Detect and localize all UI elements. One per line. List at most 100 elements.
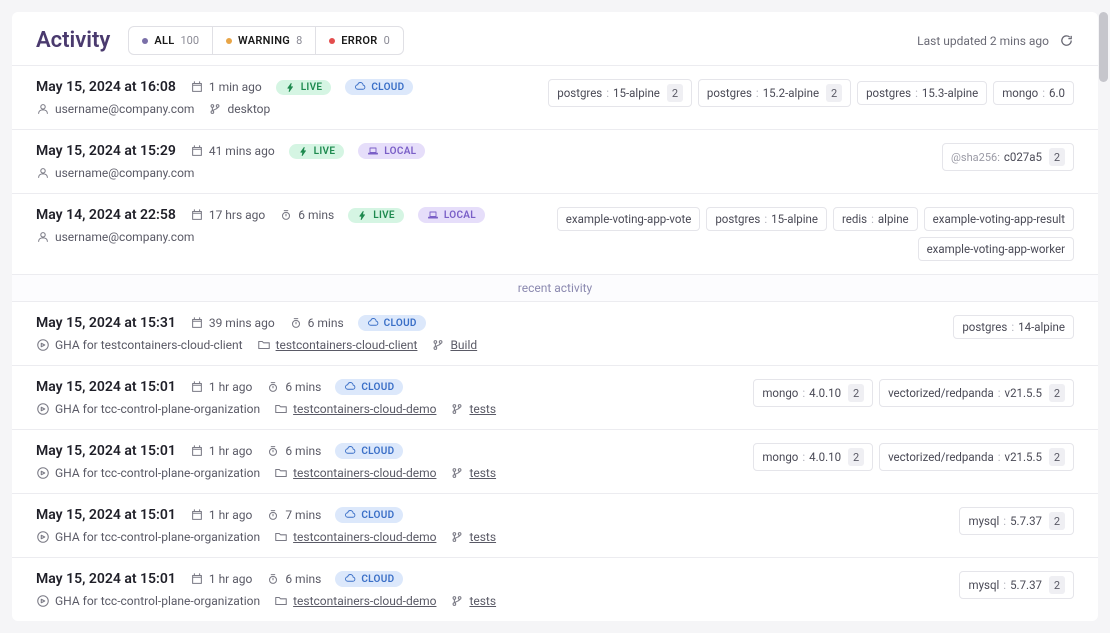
activity-entry[interactable]: May 14, 2024 at 22:58 17 hrs ago 6 mins LIV… <box>12 193 1098 274</box>
tags-group: mongo:4.0.102vectorized/redpanda:v21.5.5… <box>753 379 1074 407</box>
branch-link[interactable]: tests <box>450 402 496 416</box>
duration: 7 mins <box>266 508 321 522</box>
branch-link[interactable]: tests <box>450 466 496 480</box>
gha-label: GHA for testcontainers-cloud-client <box>36 338 243 352</box>
activity-entry[interactable]: May 15, 2024 at 15:01 1 hr ago 6 mins CLOUD… <box>12 429 1098 493</box>
entry-timestamp: May 14, 2024 at 22:58 <box>36 207 176 223</box>
env-label: desktop <box>208 102 270 116</box>
filter-pills: ALL 100 WARNING 8 ERROR 0 <box>128 26 403 55</box>
image-tag[interactable]: @sha256:c027a52 <box>942 143 1074 171</box>
image-tag[interactable]: example-voting-app-result <box>924 207 1074 231</box>
duration: 6 mins <box>289 316 344 330</box>
repo-link[interactable]: testcontainers-cloud-client <box>257 338 418 352</box>
branch-link[interactable]: Build <box>431 338 477 352</box>
image-tag[interactable]: example-voting-app-worker <box>918 237 1074 261</box>
image-tag[interactable]: mongo:4.0.102 <box>753 379 873 407</box>
entry-timestamp: May 15, 2024 at 15:31 <box>36 315 176 331</box>
activity-panel: Activity ALL 100 WARNING 8 ERROR 0 Last … <box>12 12 1098 621</box>
activity-entry[interactable]: May 15, 2024 at 16:081 min agoLIVECLOUD … <box>12 65 1098 129</box>
relative-time: 41 mins ago <box>190 144 275 158</box>
tags-group: mysql:5.7.372 <box>959 571 1074 599</box>
live-badge: LIVE <box>348 208 404 223</box>
image-tag[interactable]: postgres:15.3-alpine <box>857 81 987 105</box>
tags-group: mysql:5.7.372 <box>959 507 1074 535</box>
status-dot <box>329 38 335 44</box>
activity-entry[interactable]: May 15, 2024 at 15:011 hr ago6 minsCLOUD… <box>12 365 1098 429</box>
repo-link[interactable]: testcontainers-cloud-demo <box>274 402 436 416</box>
cloud-badge: CLOUD <box>345 79 413 95</box>
scrollbar[interactable] <box>1099 12 1108 82</box>
relative-time: 1 hr ago <box>190 508 252 522</box>
cloud-badge: CLOUD <box>335 507 403 523</box>
image-tag[interactable]: postgres:15-alpine2 <box>548 79 692 107</box>
activity-entry[interactable]: May 15, 2024 at 15:29 41 mins ago LIVE LOCA… <box>12 129 1098 193</box>
gha-label: GHA for tcc-control-plane-organization <box>36 530 260 544</box>
filter-error[interactable]: ERROR 0 <box>316 27 402 54</box>
recent-divider: recent activity <box>12 274 1098 301</box>
filter-warning[interactable]: WARNING 8 <box>213 27 316 54</box>
gha-label: GHA for tcc-control-plane-organization <box>36 402 260 416</box>
live-badge: LIVE <box>289 144 345 159</box>
status-dot <box>142 38 148 44</box>
user-label: username@company.com <box>36 230 194 244</box>
cloud-badge: CLOUD <box>335 571 403 587</box>
local-badge: LOCAL <box>358 143 425 159</box>
activity-entry[interactable]: May 15, 2024 at 15:011 hr ago6 minsCLOUD… <box>12 557 1098 621</box>
image-tag[interactable]: example-voting-app-vote <box>557 207 701 231</box>
repo-link[interactable]: testcontainers-cloud-demo <box>274 530 436 544</box>
image-tag[interactable]: vectorized/redpanda:v21.5.52 <box>879 443 1074 471</box>
tags-group: mongo:4.0.102vectorized/redpanda:v21.5.5… <box>753 443 1074 471</box>
entry-timestamp: May 15, 2024 at 15:29 <box>36 143 176 159</box>
relative-time: 39 mins ago <box>190 316 275 330</box>
image-tag[interactable]: mysql:5.7.372 <box>959 571 1074 599</box>
duration: 6 mins <box>279 208 334 222</box>
header-right: Last updated 2 mins ago <box>917 33 1074 48</box>
branch-link[interactable]: tests <box>450 594 496 608</box>
cloud-badge: CLOUD <box>358 315 426 331</box>
relative-time: 1 hr ago <box>190 572 252 586</box>
image-tag[interactable]: postgres:15-alpine <box>706 207 827 231</box>
cloud-badge: CLOUD <box>335 443 403 459</box>
repo-link[interactable]: testcontainers-cloud-demo <box>274 466 436 480</box>
filter-all[interactable]: ALL 100 <box>129 27 213 54</box>
page-title: Activity <box>36 28 110 53</box>
gha-label: GHA for tcc-control-plane-organization <box>36 594 260 608</box>
repo-link[interactable]: testcontainers-cloud-demo <box>274 594 436 608</box>
entry-timestamp: May 15, 2024 at 15:01 <box>36 571 176 587</box>
image-tag[interactable]: vectorized/redpanda:v21.5.52 <box>879 379 1074 407</box>
image-tag[interactable]: postgres:15.2-alpine2 <box>698 79 851 107</box>
last-updated-label: Last updated 2 mins ago <box>917 34 1049 48</box>
entries-list: May 15, 2024 at 16:081 min agoLIVECLOUD … <box>12 65 1098 274</box>
image-tag[interactable]: mongo:6.0 <box>993 81 1074 105</box>
activity-entry[interactable]: May 15, 2024 at 15:31 39 mins ago 6 mins CL… <box>12 301 1098 365</box>
duration: 6 mins <box>266 444 321 458</box>
tags-group: postgres:15-alpine2postgres:15.2-alpine2… <box>548 79 1074 107</box>
local-badge: LOCAL <box>418 207 485 223</box>
relative-time: 1 hr ago <box>190 380 252 394</box>
activity-entry[interactable]: May 15, 2024 at 15:01 1 hr ago 7 mins CLOUD… <box>12 493 1098 557</box>
image-tag[interactable]: redis:alpine <box>833 207 918 231</box>
header: Activity ALL 100 WARNING 8 ERROR 0 Last … <box>12 12 1098 65</box>
user-label: username@company.com <box>36 166 194 180</box>
entry-timestamp: May 15, 2024 at 15:01 <box>36 379 176 395</box>
tags-group: example-voting-app-votepostgres:15-alpin… <box>514 207 1074 261</box>
user-label: username@company.com <box>36 102 194 116</box>
relative-time: 17 hrs ago <box>190 208 265 222</box>
refresh-icon[interactable] <box>1059 33 1074 48</box>
relative-time: 1 hr ago <box>190 444 252 458</box>
entry-timestamp: May 15, 2024 at 15:01 <box>36 443 176 459</box>
live-badge: LIVE <box>276 80 332 95</box>
entry-timestamp: May 15, 2024 at 16:08 <box>36 79 176 95</box>
entry-timestamp: May 15, 2024 at 15:01 <box>36 507 176 523</box>
gha-label: GHA for tcc-control-plane-organization <box>36 466 260 480</box>
image-tag[interactable]: mongo:4.0.102 <box>753 443 873 471</box>
image-tag[interactable]: postgres:14-alpine <box>953 315 1074 339</box>
status-dot <box>226 38 232 44</box>
recent-list: May 15, 2024 at 15:31 39 mins ago 6 mins CL… <box>12 301 1098 621</box>
tags-group: postgres:14-alpine <box>953 315 1074 339</box>
relative-time: 1 min ago <box>190 80 262 94</box>
image-tag[interactable]: mysql:5.7.372 <box>959 507 1074 535</box>
header-left: Activity ALL 100 WARNING 8 ERROR 0 <box>36 26 404 55</box>
branch-link[interactable]: tests <box>450 530 496 544</box>
cloud-badge: CLOUD <box>335 379 403 395</box>
